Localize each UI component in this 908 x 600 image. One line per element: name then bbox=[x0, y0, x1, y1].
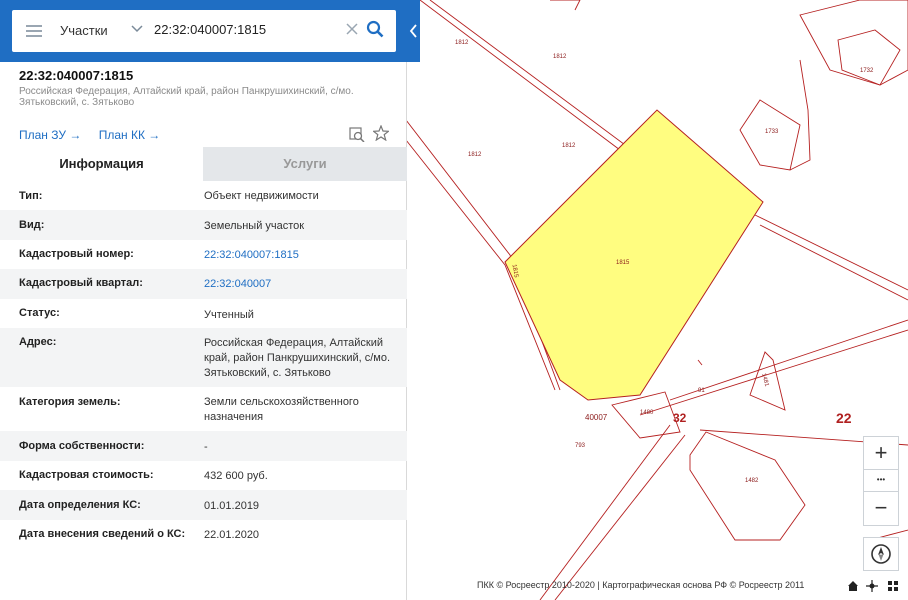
attribute-label: Дата внесения сведений о КС: bbox=[19, 528, 186, 540]
attribute-value: Учтенный bbox=[204, 309, 254, 321]
attribute-label: Адрес: bbox=[19, 336, 57, 348]
ellipsis-icon: ••• bbox=[876, 475, 886, 484]
quarter-label-32: 32 bbox=[673, 411, 687, 425]
quarter-label-40007: 40007 bbox=[585, 413, 608, 422]
cadastral-quarter-link[interactable]: 22:32:040007 bbox=[204, 277, 396, 292]
attribute-row: Дата внесения сведений о КС: 22.01.2020 bbox=[0, 520, 407, 549]
plan-zu-link[interactable]: План ЗУ → bbox=[19, 128, 81, 142]
search-icon[interactable] bbox=[366, 20, 384, 38]
parcel-label-1812: 1812 bbox=[468, 152, 482, 158]
cadastral-number-link[interactable]: 22:32:040007:1815 bbox=[204, 248, 396, 263]
attribute-row: Кадастровый квартал: 22:32:040007 bbox=[0, 269, 407, 299]
parcel-label-793: 793 bbox=[575, 443, 586, 449]
attribute-row: Статус: Учтенный bbox=[0, 299, 407, 328]
attribute-value: Объект недвижимости bbox=[204, 190, 319, 202]
parcel-label-1733: 1733 bbox=[765, 129, 779, 135]
plus-icon: + bbox=[874, 440, 888, 465]
attribute-label: Тип: bbox=[19, 190, 43, 202]
arrow-right-icon: → bbox=[148, 128, 161, 142]
locate-icon bbox=[866, 580, 878, 592]
close-icon[interactable] bbox=[344, 21, 360, 37]
star-icon[interactable] bbox=[373, 125, 389, 141]
attribute-label: Кадастровый номер: bbox=[19, 248, 134, 260]
attribute-label: Форма собственности: bbox=[19, 440, 145, 452]
arrow-right-icon: → bbox=[69, 128, 82, 142]
search-bar: Участки bbox=[0, 0, 420, 62]
object-title: 22:32:040007:1815 bbox=[19, 68, 134, 83]
map-attribution: ПКК © Росреестр 2010-2020 | Картографиче… bbox=[477, 580, 805, 590]
selected-parcel bbox=[504, 109, 764, 401]
plan-links: План ЗУ → План КК → bbox=[19, 128, 174, 142]
parcel-label-1732: 1732 bbox=[860, 68, 874, 74]
attribute-value: 22.01.2020 bbox=[204, 529, 260, 541]
parcel-label-1812: 1812 bbox=[455, 40, 469, 46]
attribute-row: Дата определения КС: 01.01.2019 bbox=[0, 490, 407, 520]
attribute-value: - bbox=[204, 441, 208, 453]
attribute-value: 01.01.2019 bbox=[204, 500, 260, 512]
attribute-row: Категория земель: Земли сельскохозяйстве… bbox=[0, 387, 407, 431]
minus-icon: − bbox=[874, 495, 888, 520]
attribute-label: Категория земель: bbox=[19, 396, 121, 408]
tab-information[interactable]: Информация bbox=[0, 147, 203, 181]
attribute-label: Кадастровая стоимость: bbox=[19, 469, 154, 481]
zoom-in-button[interactable]: + bbox=[863, 436, 899, 470]
parcel-label-1480: 1480 bbox=[640, 410, 654, 416]
chevron-down-icon[interactable] bbox=[130, 22, 144, 36]
attribute-value: Земли сельскохозяйственного назначения bbox=[204, 396, 359, 423]
home-icon bbox=[848, 581, 858, 591]
tab-services[interactable]: Услуги bbox=[203, 147, 407, 181]
attribute-list: Тип: Объект недвижимости Вид: Земельный … bbox=[0, 181, 407, 549]
attribute-row: Кадастровый номер: 22:32:040007:1815 bbox=[0, 240, 407, 269]
attribute-label: Дата определения КС: bbox=[19, 499, 141, 511]
parcel-label-1815: 1815 bbox=[616, 260, 630, 266]
zoom-out-button[interactable]: − bbox=[863, 492, 899, 526]
attribute-value: Земельный участок bbox=[204, 220, 305, 232]
zoom-to-object-icon[interactable] bbox=[349, 126, 365, 142]
attribute-value: Российская Федерация, Алтайский край, ра… bbox=[204, 337, 391, 379]
attribute-row: Кадастровая стоимость: 432 600 руб. bbox=[0, 461, 407, 490]
menu-icon[interactable] bbox=[26, 25, 42, 37]
attribute-label: Вид: bbox=[19, 219, 45, 231]
compass-button[interactable] bbox=[863, 537, 899, 571]
collapse-panel-icon[interactable] bbox=[407, 20, 420, 42]
search-category-select[interactable]: Участки bbox=[60, 23, 108, 38]
attribute-label: Кадастровый квартал: bbox=[19, 277, 143, 289]
tab-bar: Информация Услуги bbox=[0, 147, 407, 181]
attribute-row: Форма собственности: - bbox=[0, 431, 407, 461]
info-panel: Участки 22:32:040007:1815 Российская Фед… bbox=[0, 0, 420, 600]
attribute-label: Статус: bbox=[19, 307, 60, 319]
more-tools-button[interactable]: ••• bbox=[863, 470, 899, 492]
parcel-label-1812: 1812 bbox=[562, 143, 576, 149]
search-box: Участки bbox=[12, 10, 396, 52]
parcel-label-1482: 1482 bbox=[745, 478, 759, 484]
object-header: 22:32:040007:1815 Российская Федерация, … bbox=[19, 68, 389, 108]
quarter-label-22: 22 bbox=[836, 410, 852, 426]
grid-icon bbox=[888, 581, 898, 591]
parcel-label-91: 91 bbox=[698, 388, 705, 394]
attribute-row: Тип: Объект недвижимости bbox=[0, 181, 407, 210]
object-address: Российская Федерация, Алтайский край, ра… bbox=[19, 86, 354, 108]
attribute-row: Вид: Земельный участок bbox=[0, 210, 407, 240]
compass-icon bbox=[871, 544, 891, 564]
plan-kk-link[interactable]: План КК → bbox=[99, 128, 161, 142]
search-input[interactable] bbox=[154, 22, 334, 37]
parcel-label-1812: 1812 bbox=[553, 54, 567, 60]
attribute-value: 432 600 руб. bbox=[204, 470, 268, 482]
attribute-row: Адрес: Российская Федерация, Алтайский к… bbox=[0, 328, 407, 387]
